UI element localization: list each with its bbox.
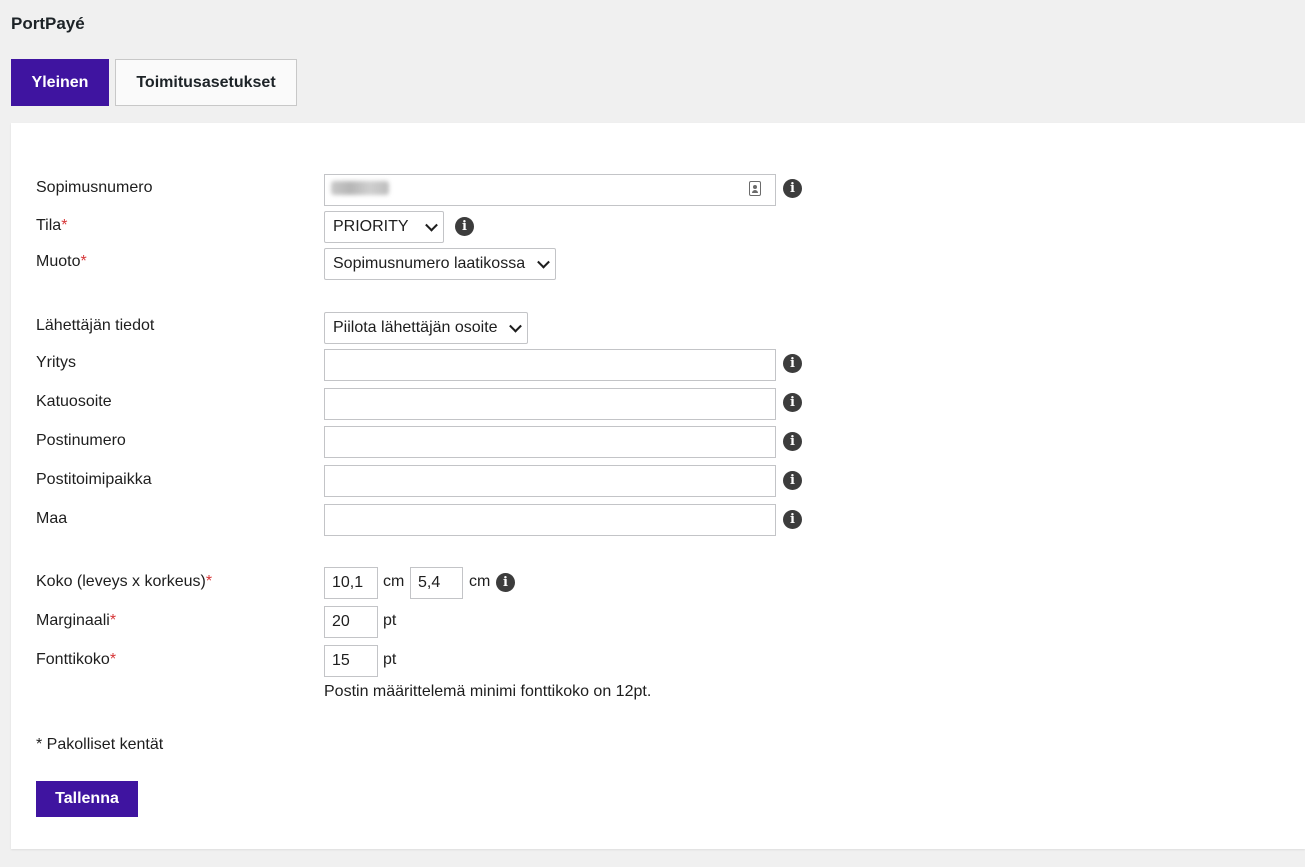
font-size-label: Fonttikoko* bbox=[36, 651, 117, 668]
font-size-unit: pt bbox=[383, 651, 397, 668]
tab-delivery-settings[interactable]: Toimitusasetukset bbox=[115, 59, 297, 106]
contact-card-icon[interactable] bbox=[749, 181, 761, 196]
format-select[interactable]: Sopimusnumero laatikossa bbox=[324, 248, 556, 280]
info-icon[interactable]: i bbox=[783, 471, 802, 490]
street-input[interactable] bbox=[324, 388, 776, 420]
chevron-down-icon bbox=[537, 255, 550, 269]
tab-general[interactable]: Yleinen bbox=[11, 59, 109, 106]
city-label: Postitoimipaikka bbox=[36, 471, 152, 488]
save-button[interactable]: Tallenna bbox=[36, 781, 138, 817]
mode-select[interactable]: PRIORITY bbox=[324, 211, 444, 243]
font-size-input[interactable] bbox=[324, 645, 378, 677]
app-title: PortPayé bbox=[11, 14, 85, 33]
contract-number-label: Sopimusnumero bbox=[36, 179, 153, 196]
info-icon[interactable]: i bbox=[455, 217, 474, 236]
size-height-unit: cm bbox=[469, 573, 491, 590]
redacted-value bbox=[331, 181, 389, 195]
size-height-input[interactable] bbox=[410, 567, 463, 599]
info-icon[interactable]: i bbox=[496, 573, 515, 592]
postal-code-label: Postinumero bbox=[36, 432, 126, 449]
format-label: Muoto* bbox=[36, 253, 87, 270]
margin-unit: pt bbox=[383, 612, 397, 629]
size-label: Koko (leveys x korkeus)* bbox=[36, 573, 213, 590]
info-icon[interactable]: i bbox=[783, 179, 802, 198]
sender-info-select-value: Piilota lähettäjän osoite bbox=[333, 319, 498, 336]
city-input[interactable] bbox=[324, 465, 776, 497]
margin-input[interactable] bbox=[324, 606, 378, 638]
info-icon[interactable]: i bbox=[783, 510, 802, 529]
company-input[interactable] bbox=[324, 349, 776, 381]
chevron-down-icon bbox=[509, 319, 522, 333]
size-width-unit: cm bbox=[383, 573, 405, 590]
company-label: Yritys bbox=[36, 354, 76, 371]
required-fields-note: * Pakolliset kentät bbox=[36, 736, 164, 753]
sender-info-select[interactable]: Piilota lähettäjän osoite bbox=[324, 312, 528, 344]
country-label: Maa bbox=[36, 510, 68, 527]
contract-number-input[interactable] bbox=[324, 174, 776, 206]
font-size-hint: Postin määrittelemä minimi fonttikoko on… bbox=[324, 683, 652, 700]
margin-label: Marginaali* bbox=[36, 612, 117, 629]
postal-code-input[interactable] bbox=[324, 426, 776, 458]
chevron-down-icon bbox=[425, 218, 438, 232]
info-icon[interactable]: i bbox=[783, 432, 802, 451]
mode-select-value: PRIORITY bbox=[333, 218, 409, 235]
format-select-value: Sopimusnumero laatikossa bbox=[333, 255, 526, 272]
country-input[interactable] bbox=[324, 504, 776, 536]
sender-info-label: Lähettäjän tiedot bbox=[36, 317, 155, 334]
info-icon[interactable]: i bbox=[783, 393, 802, 412]
mode-label: Tila* bbox=[36, 217, 68, 234]
info-icon[interactable]: i bbox=[783, 354, 802, 373]
street-label: Katuosoite bbox=[36, 393, 112, 410]
size-width-input[interactable] bbox=[324, 567, 378, 599]
